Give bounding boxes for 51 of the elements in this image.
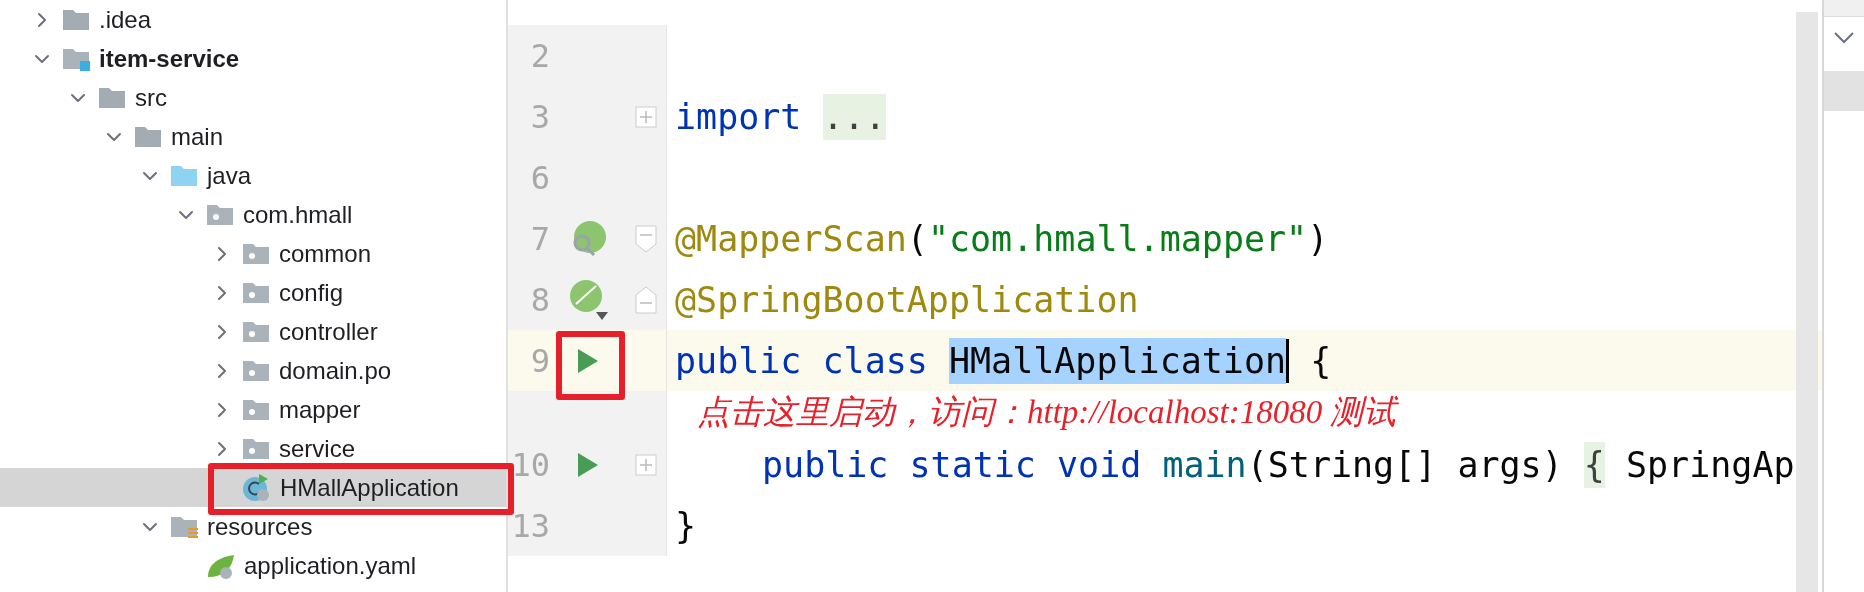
line-number: 3 [529, 97, 550, 136]
code-line: import ... [667, 93, 886, 140]
tree-item-label: com.hmall [243, 200, 353, 229]
tree-item[interactable]: application.yaml [0, 546, 506, 585]
run-icon[interactable] [576, 346, 600, 375]
tree-item-label: service [279, 434, 356, 463]
tree-item-label: main [171, 122, 224, 151]
tree-item-label: application.yaml [244, 551, 417, 580]
tree-item[interactable]: resources [0, 507, 506, 546]
tree-item[interactable]: .idea [0, 0, 506, 39]
tree-item-label: mapper [279, 395, 361, 424]
tree-item[interactable]: domain.po [0, 351, 506, 390]
chevron-down-icon[interactable] [1833, 31, 1855, 45]
tree-item[interactable]: item-service [0, 39, 506, 78]
spring-leaf-icon [206, 552, 236, 579]
line-number: 10 [510, 445, 550, 484]
code-line: @MapperScan("com.hmall.mapper") [674, 217, 1329, 261]
tree-item[interactable]: service [0, 429, 506, 468]
tree-item-label: HMallApplication [280, 473, 459, 502]
line-number: 8 [529, 280, 550, 319]
tree-item-label: java [207, 161, 252, 190]
tree-item[interactable]: HMallApplication [0, 468, 506, 507]
code-line: public static void main(String[] args) { SpringAp [667, 441, 1795, 488]
tree-item[interactable]: src [0, 78, 506, 117]
tree-item[interactable]: controller [0, 312, 506, 351]
class-icon [242, 472, 272, 503]
line-number: 6 [529, 158, 550, 197]
tree-item-label: .idea [99, 5, 152, 34]
run-icon[interactable] [576, 450, 600, 479]
annotation-note: 点击这里启动，访问：http://localhost:18080 测试 [697, 393, 1397, 432]
line-number: 2 [529, 36, 550, 75]
tree-item-label: item-service [99, 44, 240, 73]
tree-item[interactable]: com.hmall [0, 195, 506, 234]
tree-item[interactable]: java [0, 156, 506, 195]
tree-item[interactable]: main [0, 117, 506, 156]
code-line: } [674, 504, 697, 548]
tree-item-label: resources [207, 512, 313, 541]
code-line: @SpringBootApplication [674, 278, 1139, 322]
tree-item-label: common [279, 239, 372, 268]
tree-item-label: domain.po [279, 356, 392, 385]
tree-item[interactable]: mapper [0, 390, 506, 429]
scrollbar[interactable] [1796, 12, 1818, 592]
tree-item[interactable]: config [0, 273, 506, 312]
line-number: 9 [529, 341, 550, 380]
tree-item-label: config [279, 278, 344, 307]
line-number: 7 [529, 219, 550, 258]
highlight-frame [556, 331, 625, 400]
tree-item[interactable]: common [0, 234, 506, 273]
tree-item-label: src [135, 83, 167, 112]
tree-item-label: controller [279, 317, 378, 346]
line-number: 13 [510, 506, 550, 545]
